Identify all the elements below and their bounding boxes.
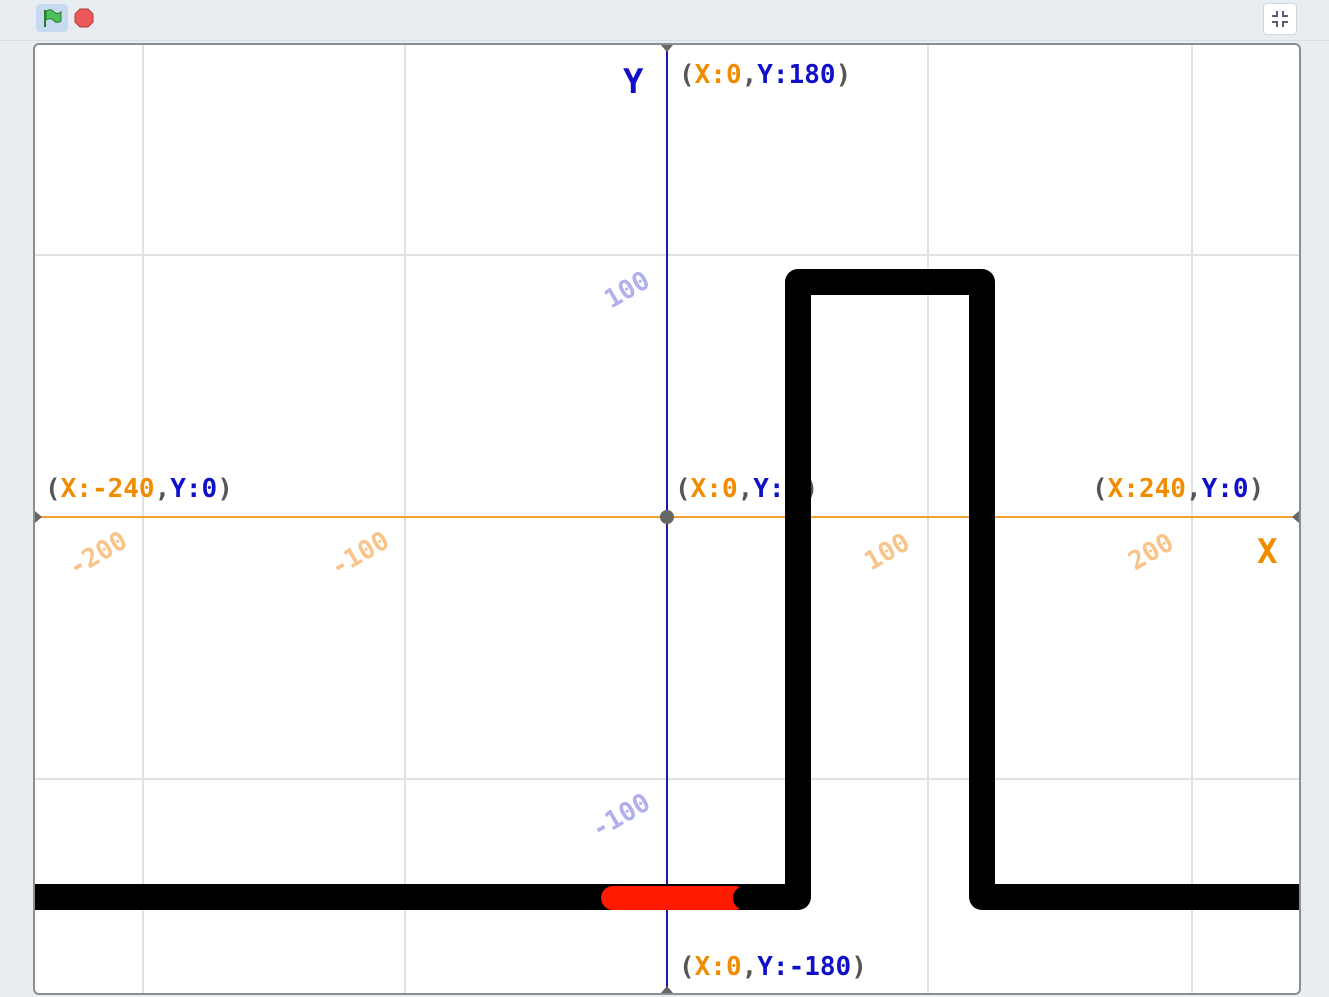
x-axis-letter: X	[1257, 532, 1278, 572]
green-flag-button[interactable]	[36, 4, 68, 32]
stop-button[interactable]	[74, 8, 94, 28]
stage-canvas[interactable]: Y X -200 -100 100 200 100 -100 (X:0,Y:18…	[33, 43, 1301, 995]
x-tick-label: 100	[860, 528, 916, 577]
coordinate-grid-backdrop: Y X -200 -100 100 200 100 -100 (X:0,Y:18…	[35, 45, 1299, 993]
x-axis-right-marker	[1292, 511, 1299, 523]
exit-fullscreen-icon	[1272, 11, 1288, 27]
stop-sign-icon	[74, 8, 94, 28]
y-tick-label: -100	[587, 788, 656, 845]
stage-toolbar	[0, 0, 1329, 41]
green-flag-icon	[44, 9, 62, 27]
top-coordinate-label: (X:0,Y:180)	[679, 60, 851, 90]
left-coordinate-label: (X:-240,Y:0)	[45, 474, 233, 504]
x-tick-label: -100	[326, 526, 395, 583]
bottom-coordinate-label: (X:0,Y:-180)	[679, 952, 867, 982]
y-tick-label: 100	[600, 266, 656, 315]
exit-fullscreen-button[interactable]	[1263, 3, 1297, 35]
x-tick-label: 200	[1124, 528, 1180, 577]
right-coordinate-label: (X:240,Y:0)	[1092, 474, 1264, 504]
y-axis-top-marker	[661, 45, 673, 52]
pen-sprite-tip	[733, 886, 757, 910]
x-axis-left-marker	[35, 511, 42, 523]
x-tick-label: -200	[64, 526, 133, 583]
origin-marker	[660, 510, 674, 524]
y-axis-letter: Y	[623, 62, 644, 102]
y-axis-bottom-marker	[661, 986, 673, 993]
